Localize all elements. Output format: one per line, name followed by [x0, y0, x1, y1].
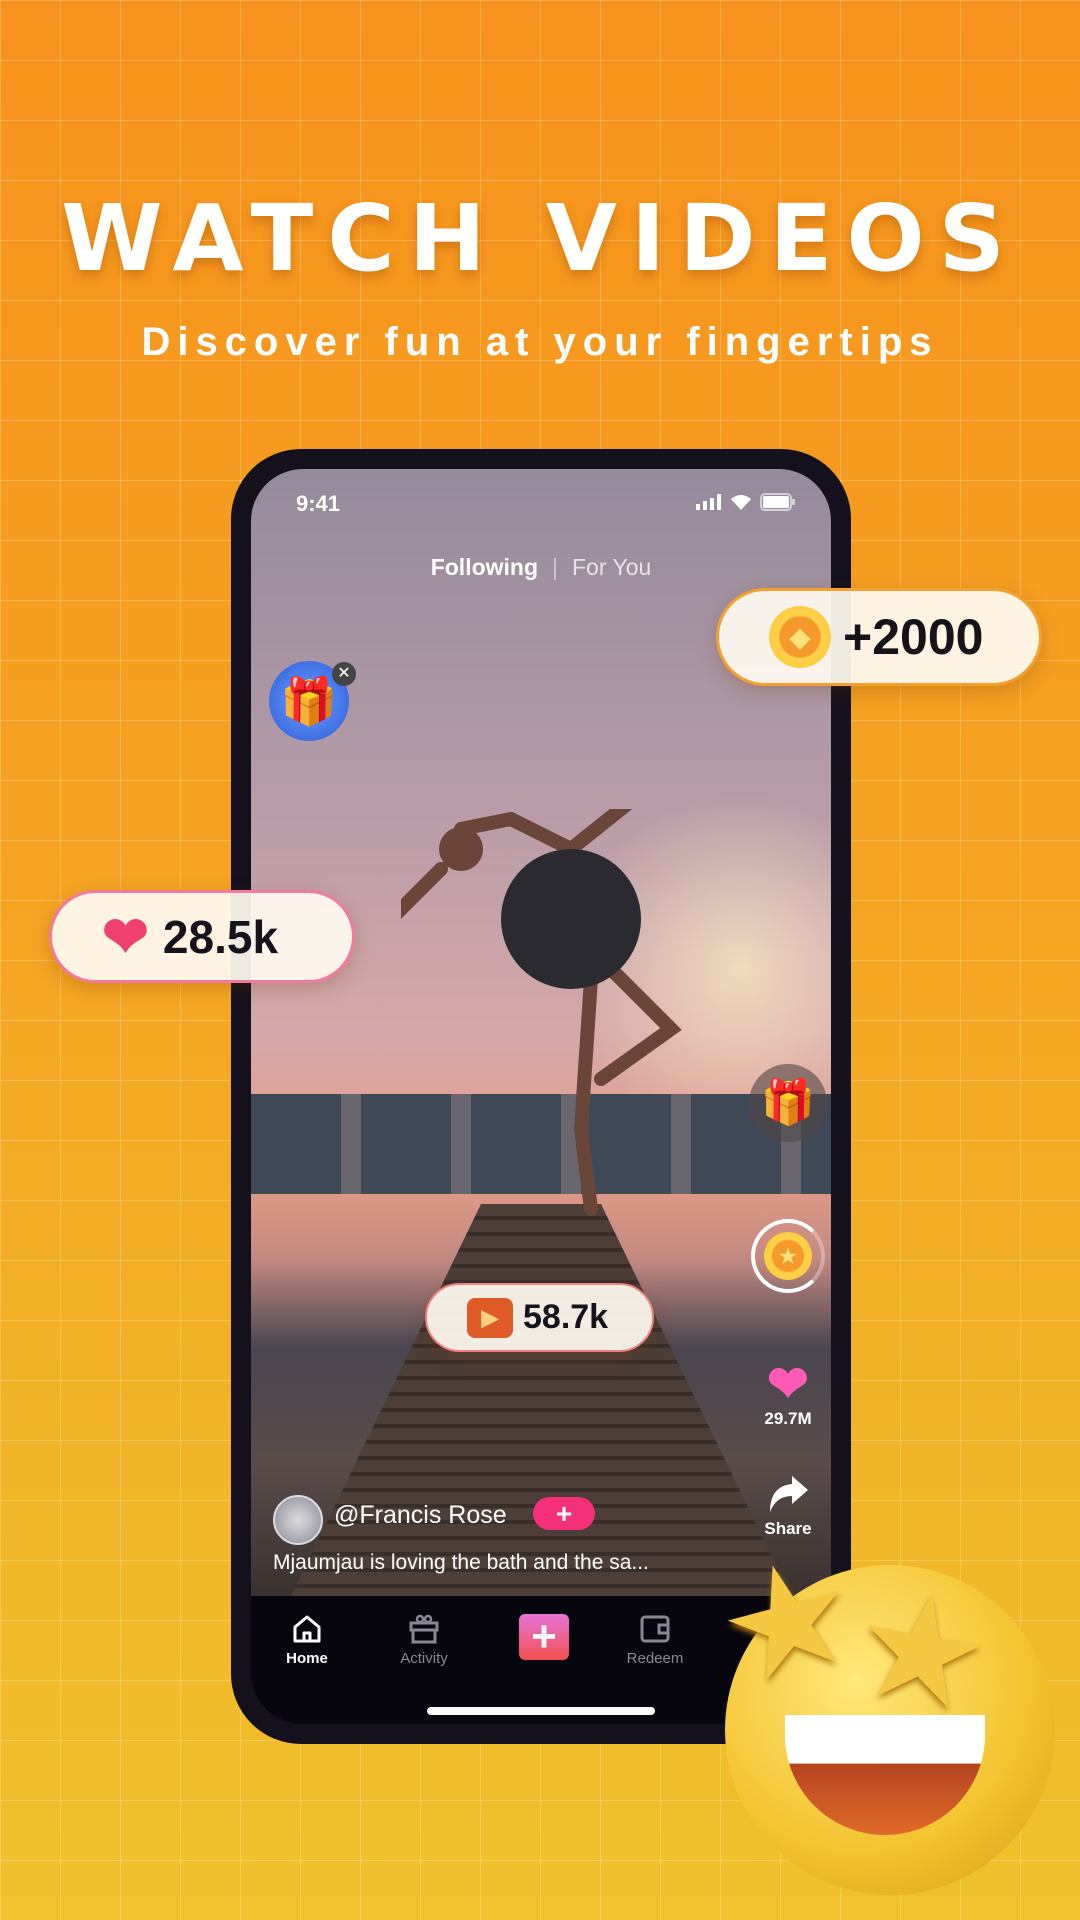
create-button[interactable]: +	[519, 1614, 569, 1660]
video-icon: ▶	[467, 1297, 513, 1338]
wallet-icon	[640, 1615, 670, 1643]
like-count: 29.7M	[764, 1409, 812, 1428]
star-icon: ★	[841, 1555, 1004, 1745]
plus-icon: +	[531, 1612, 557, 1661]
coin-icon: ★	[764, 1232, 812, 1280]
status-bar: 9:41	[296, 491, 796, 531]
heart-icon: ❤	[102, 904, 149, 968]
coin-timer[interactable]: ★	[748, 1219, 828, 1293]
avatar[interactable]	[273, 1495, 323, 1545]
feed-tabs: Following | For You	[251, 554, 831, 581]
post-caption: Mjaumjau is loving the bath and the sa..…	[273, 1551, 649, 1574]
tab-divider: |	[552, 554, 558, 580]
gift-button[interactable]: 🎁	[748, 1064, 828, 1142]
views-badge: ▶ 58.7k	[425, 1283, 654, 1352]
coin-icon: ◆	[769, 606, 831, 668]
wifi-icon	[731, 495, 751, 510]
nav-activity[interactable]: Activity	[374, 1614, 474, 1667]
gift-icon	[409, 1614, 439, 1644]
battery-icon	[760, 493, 795, 511]
home-indicator	[427, 1707, 655, 1715]
tab-following[interactable]: Following	[431, 554, 538, 580]
nav-home[interactable]: Home	[257, 1614, 357, 1667]
coin-reward-badge: ◆ +2000	[716, 588, 1042, 686]
gift-icon: 🎁	[749, 1064, 827, 1142]
hearts-badge: ❤ 28.5k	[49, 890, 355, 983]
dancer-figure	[401, 809, 682, 1216]
star-eyes-emoji: ★ ★	[701, 1521, 1055, 1895]
hero-subtitle: Discover fun at your fingertips	[141, 320, 939, 364]
signal-icon	[696, 494, 721, 510]
follow-button[interactable]: +	[533, 1497, 595, 1530]
hero-title: WATCH VIDEOS	[61, 185, 1019, 292]
like-button[interactable]: ❤ 29.7M	[748, 1359, 828, 1429]
home-icon	[293, 1615, 321, 1643]
close-icon[interactable]: ✕	[332, 662, 356, 686]
heart-icon: ❤	[767, 1356, 809, 1412]
username[interactable]: @Francis Rose	[334, 1501, 507, 1530]
tab-for-you[interactable]: For You	[572, 554, 651, 580]
share-icon	[770, 1476, 808, 1512]
nav-redeem[interactable]: Redeem	[605, 1614, 705, 1667]
status-time: 9:41	[296, 491, 341, 516]
